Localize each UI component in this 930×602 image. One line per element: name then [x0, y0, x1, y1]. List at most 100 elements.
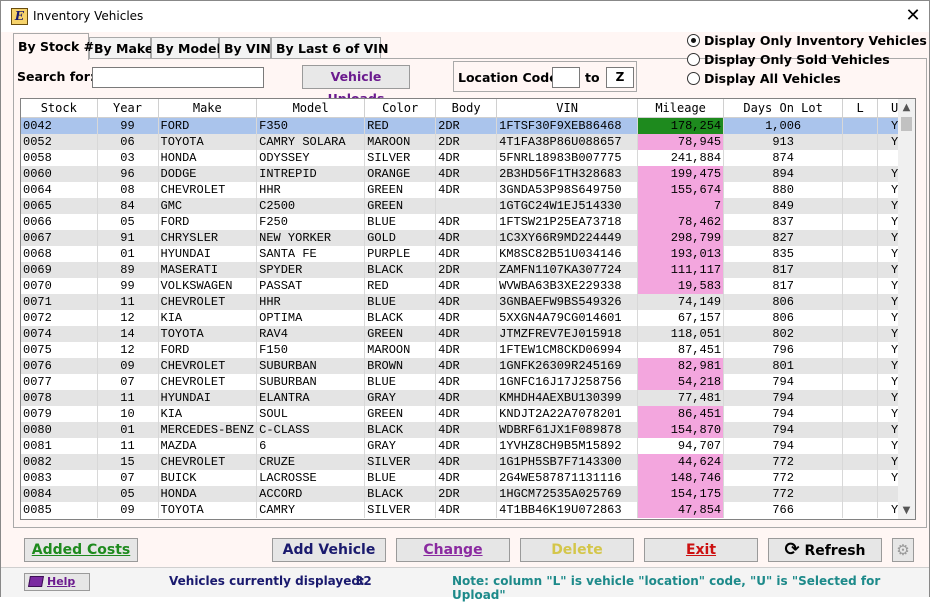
exit-button[interactable]: Exit	[644, 538, 758, 562]
table-row[interactable]: 0077 07 CHEVROLET SUBURBAN BLUE 4DR 1GNFC16J17…	[21, 373, 913, 390]
close-icon[interactable]: ✕	[899, 4, 927, 28]
table-row[interactable]: 0080 01 MERCEDES-BENZ C-CLASS BLACK 4DR WDBRF6…	[21, 421, 913, 438]
table-row[interactable]: 0042 99 FORD F350 RED 2DR 1FTSF30F9XEB86468 178…	[21, 117, 913, 134]
table-row[interactable]: 0079 10 KIA SOUL GREEN 4DR KNDJT2A22A7078201 86…	[21, 405, 913, 422]
table-cell-days-on-lot: 806	[723, 293, 844, 310]
table-row[interactable]: 0074 14 TOYOTA RAV4 GREEN 4DR JTMZFREV7EJ01591…	[21, 325, 913, 342]
table-row[interactable]: 0076 09 CHEVROLET SUBURBAN BROWN 4DR 1GNFK2630…	[21, 357, 913, 374]
table-cell-mileage: 193,013	[637, 245, 725, 262]
table-cell-vin: 1GNFK26309R245169	[496, 357, 639, 374]
table-cell-body	[435, 197, 498, 214]
table-cell-mileage: 94,707	[637, 437, 725, 454]
table-cell-vin: 3GNBAEFW9BS549326	[496, 293, 639, 310]
table-row[interactable]: 0067 91 CHRYSLER NEW YORKER GOLD 4DR 1C3XY66R9…	[21, 229, 913, 246]
table-row[interactable]: 0066 05 FORD F250 BLUE 4DR 1FTSW21P25EA73718 78…	[21, 213, 913, 230]
vehicle-uploads-button[interactable]: Vehicle Uploads	[302, 65, 410, 106]
radio-icon[interactable]	[687, 53, 700, 66]
table-row[interactable]: 0060 96 DODGE INTREPID ORANGE 4DR 2B3HD56F1TH3…	[21, 165, 913, 182]
table-cell-make: HYUNDAI	[158, 245, 258, 262]
vertical-scrollbar[interactable]: ▲ ▼	[898, 99, 915, 519]
table-row[interactable]: 0070 99 VOLKSWAGEN PASSAT RED 4DR WVWBA63B3XE2…	[21, 277, 913, 294]
tab-by-last6-vin[interactable]: By Last 6 of VIN	[271, 37, 388, 59]
table-cell-vin: KM8SC82B51U034146	[496, 245, 639, 262]
table-row[interactable]: 0082 15 CHEVROLET CRUZE SILVER 4DR 1G1PH5SB7F7…	[21, 453, 913, 470]
table-cell-stock: 0083	[21, 469, 98, 486]
refresh-button[interactable]: ⟳ Refresh	[768, 538, 882, 562]
column-header[interactable]: Model	[256, 99, 366, 118]
table-cell-make: MERCEDES-BENZ	[158, 421, 258, 438]
table-row[interactable]: 0084 05 HONDA ACCORD BLACK 2DR 1HGCM72535A0257…	[21, 485, 913, 502]
tab-by-make[interactable]: By Make	[89, 37, 153, 59]
table-cell-year: 01	[97, 421, 159, 438]
column-header[interactable]: L	[842, 99, 879, 118]
column-header[interactable]: Body	[435, 99, 498, 118]
table-cell-body: 4DR	[435, 293, 498, 310]
location-from-input[interactable]	[552, 67, 580, 88]
table-cell-mileage: 241,884	[637, 149, 725, 166]
table-cell-model: F250	[256, 213, 366, 230]
tab-by-model[interactable]: By Model	[151, 37, 221, 59]
table-row[interactable]: 0069 89 MASERATI SPYDER BLACK 2DR ZAMFN1107KA3…	[21, 261, 913, 278]
option-sold[interactable]: Display Only Sold Vehicles	[687, 52, 890, 70]
column-header[interactable]: Year	[97, 99, 159, 118]
scroll-up-icon[interactable]: ▲	[898, 99, 915, 116]
table-row[interactable]: 0065 84 GMC C2500 GREEN 1GTGC24W1EJ514330 7 849…	[21, 197, 913, 214]
column-header[interactable]: Make	[158, 99, 258, 118]
column-header[interactable]: Color	[364, 99, 437, 118]
column-header[interactable]: Mileage	[637, 99, 725, 118]
table-row[interactable]: 0081 11 MAZDA 6 GRAY 4DR 1YVHZ8CH9B5M15892 94,7…	[21, 437, 913, 454]
table-cell-l	[842, 405, 879, 422]
option-all[interactable]: Display All Vehicles	[687, 71, 841, 89]
table-cell-model: SUBURBAN	[256, 357, 366, 374]
table-row[interactable]: 0052 06 TOYOTA CAMRY SOLARA MAROON 2DR 4T1FA38…	[21, 133, 913, 150]
added-costs-button[interactable]: Added Costs	[24, 538, 138, 562]
scroll-thumb[interactable]	[901, 117, 912, 131]
column-header[interactable]: VIN	[496, 99, 639, 118]
table-cell-l	[842, 261, 879, 278]
table-row[interactable]: 0072 12 KIA OPTIMA BLACK 4DR 5XXGN4A79CG014601…	[21, 309, 913, 326]
table-cell-model: 6	[256, 437, 366, 454]
table-cell-model: F150	[256, 341, 366, 358]
table-cell-year: 06	[97, 133, 159, 150]
radio-selected-icon[interactable]	[687, 34, 700, 47]
tab-by-vin[interactable]: By VIN	[219, 37, 271, 59]
table-row[interactable]: 0064 08 CHEVROLET HHR GREEN 4DR 3GNDA53P98S649…	[21, 181, 913, 198]
location-to-input[interactable]: Z	[606, 67, 634, 88]
scroll-down-icon[interactable]: ▼	[898, 502, 915, 519]
table-cell-color: BLACK	[364, 421, 437, 438]
table-cell-color: BLACK	[364, 485, 437, 502]
table-cell-mileage: 155,674	[637, 181, 725, 198]
radio-icon[interactable]	[687, 72, 700, 85]
table-row[interactable]: 0071 11 CHEVROLET HHR BLUE 4DR 3GNBAEFW9BS5493…	[21, 293, 913, 310]
column-header[interactable]: Stock	[21, 99, 98, 118]
option-inventory[interactable]: Display Only Inventory Vehicles	[687, 33, 927, 51]
table-row[interactable]: 0085 09 TOYOTA CAMRY SILVER 4DR 4T1BB46K19U072…	[21, 501, 913, 518]
table-cell-body: 4DR	[435, 405, 498, 422]
table-row[interactable]: 0075 12 FORD F150 MAROON 4DR 1FTEW1CM8CKD06994…	[21, 341, 913, 358]
table-cell-model: HHR	[256, 181, 366, 198]
vehicle-grid[interactable]: Stock Year Make Model Color Body VIN Mileage Day…	[20, 98, 916, 520]
table-cell-color: SILVER	[364, 501, 437, 518]
table-cell-body: 4DR	[435, 325, 498, 342]
table-cell-model: INTREPID	[256, 165, 366, 182]
table-row[interactable]: 0078 11 HYUNDAI ELANTRA GRAY 4DR KMHDH4AEXBU13…	[21, 389, 913, 406]
table-row[interactable]: 0068 01 HYUNDAI SANTA FE PURPLE 4DR KM8SC82B51…	[21, 245, 913, 262]
table-row[interactable]: 0058 03 HONDA ODYSSEY SILVER 4DR 5FNRL18983B00…	[21, 149, 913, 166]
delete-button[interactable]: Delete	[520, 538, 634, 562]
table-cell-stock: 0060	[21, 165, 98, 182]
table-row[interactable]: 0083 07 BUICK LACROSSE BLUE 4DR 2G4WE587871131…	[21, 469, 913, 486]
table-cell-model: LACROSSE	[256, 469, 366, 486]
tab-by-stock[interactable]: By Stock #	[13, 33, 94, 60]
table-cell-year: 99	[97, 277, 159, 294]
table-cell-mileage: 111,117	[637, 261, 725, 278]
table-header: Stock Year Make Model Color Body VIN Mileage Day…	[21, 99, 913, 118]
help-button[interactable]: Help	[24, 573, 90, 591]
add-vehicle-button[interactable]: Add Vehicle	[272, 538, 386, 562]
settings-gear-icon[interactable]: ⚙	[892, 538, 914, 562]
search-input[interactable]	[92, 67, 264, 88]
table-cell-days-on-lot: 913	[723, 133, 844, 150]
table-cell-make: VOLKSWAGEN	[158, 277, 258, 294]
table-cell-color: PURPLE	[364, 245, 437, 262]
column-header[interactable]: Days On Lot	[723, 99, 844, 118]
change-button[interactable]: Change	[396, 538, 510, 562]
